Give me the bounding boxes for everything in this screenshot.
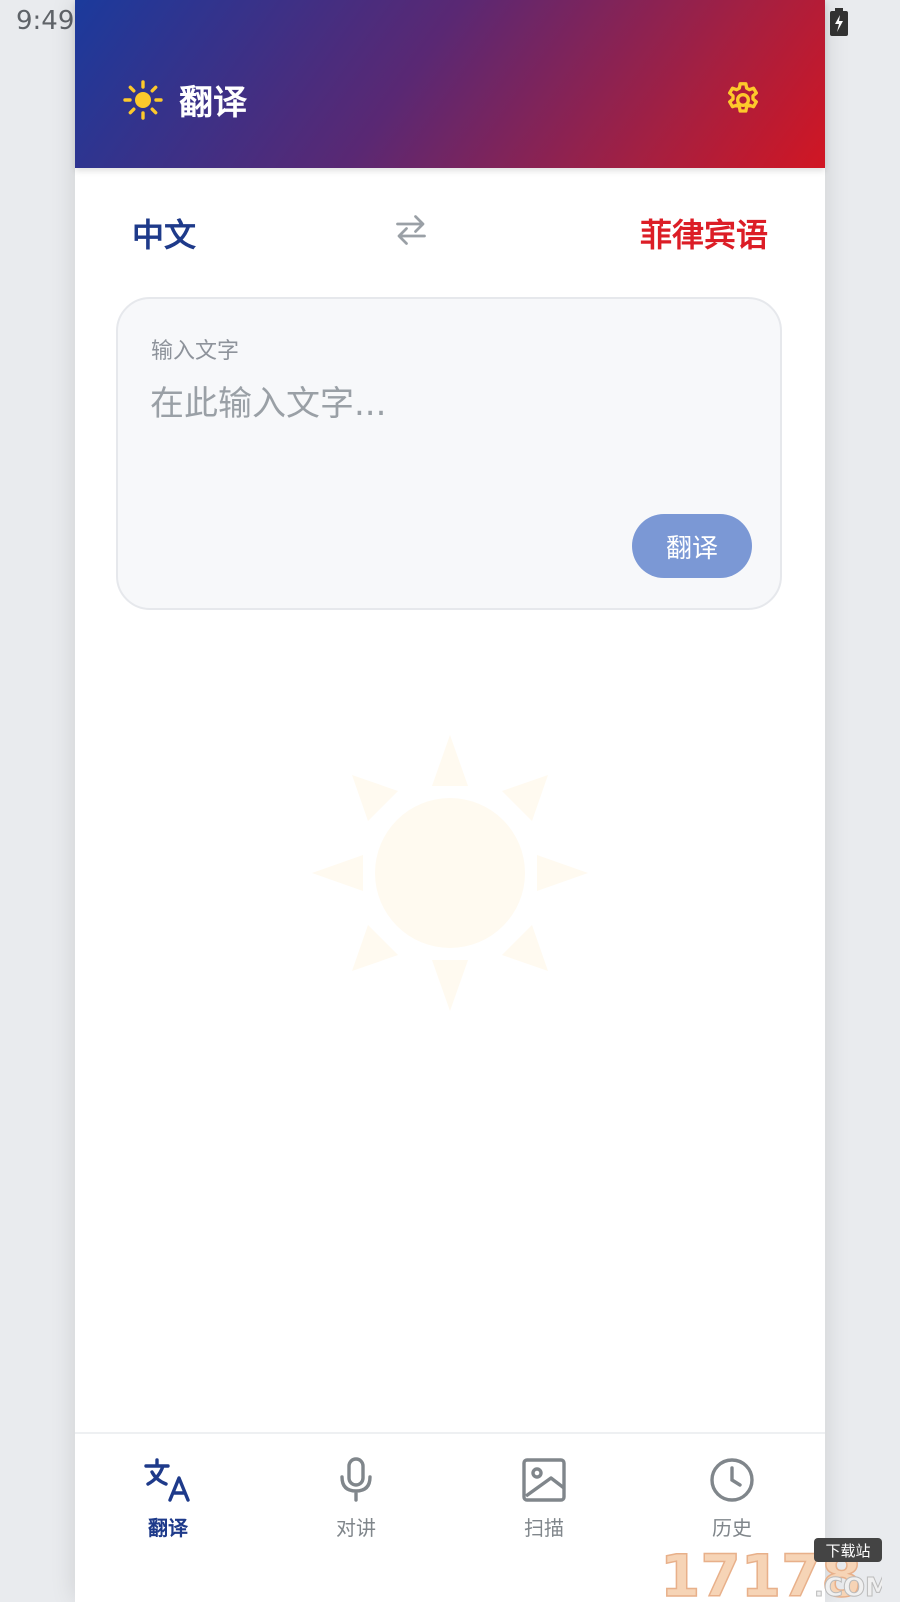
nav-item-scan[interactable]: 扫描 — [484, 1456, 604, 1541]
sun-watermark-icon — [312, 735, 588, 1011]
battery-charging-icon — [830, 8, 848, 36]
input-card: 输入文字 翻译 — [116, 297, 782, 610]
translate-button[interactable]: 翻译 — [632, 514, 752, 578]
source-language-button[interactable]: 中文 — [132, 210, 196, 256]
image-icon — [522, 1458, 566, 1502]
nav-label: 对讲 — [336, 1516, 376, 1540]
target-language-button[interactable]: 菲律宾语 — [640, 210, 768, 256]
app-screen: 翻译 中文 菲律宾语 输入文字 翻译 — [75, 0, 825, 1602]
language-selector: 中文 菲律宾语 — [75, 200, 825, 264]
translate-icon — [144, 1458, 190, 1502]
status-time: 9:49 — [16, 6, 75, 36]
nav-label: 翻译 — [148, 1516, 188, 1540]
sun-icon — [123, 80, 163, 120]
site-watermark-logo: 17178 下载站 .COM — [660, 1538, 882, 1600]
nav-item-intercom[interactable]: 对讲 — [296, 1456, 416, 1541]
nav-item-translate[interactable]: 翻译 — [108, 1456, 228, 1541]
app-title: 翻译 — [179, 83, 247, 123]
nav-item-history[interactable]: 历史 — [672, 1456, 792, 1541]
swap-arrows-icon[interactable] — [393, 212, 429, 248]
microphone-icon — [340, 1457, 372, 1502]
app-header: 翻译 — [75, 0, 825, 168]
input-label: 输入文字 — [151, 339, 240, 364]
svg-text:.COM: .COM — [814, 1573, 882, 1600]
svg-text:下载站: 下载站 — [825, 1542, 870, 1560]
nav-label: 扫描 — [524, 1516, 564, 1540]
clock-icon — [710, 1458, 754, 1502]
text-input[interactable] — [148, 374, 752, 498]
gear-icon[interactable] — [723, 80, 763, 120]
